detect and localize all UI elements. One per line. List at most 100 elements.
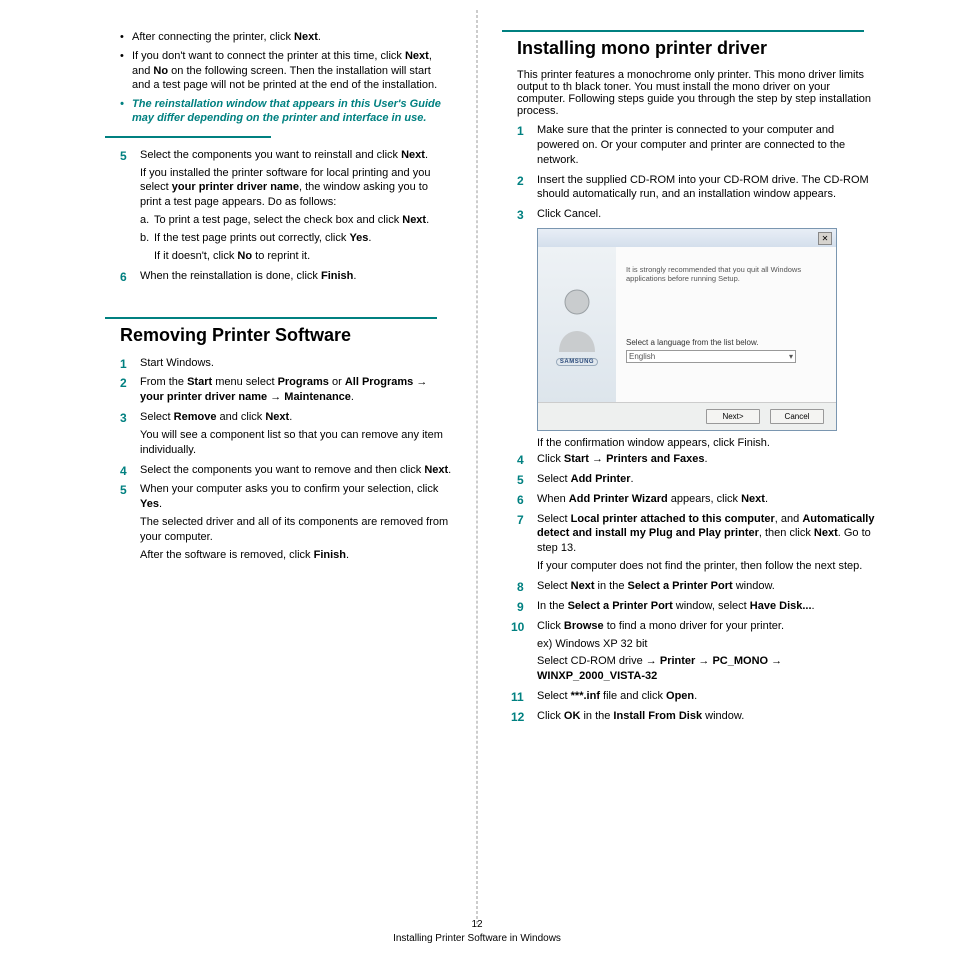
mono-step-9: 9In the Select a Printer Port window, se… <box>517 599 879 614</box>
letter: a. <box>140 213 149 228</box>
text: If you don't want to connect the printer… <box>132 50 405 62</box>
installer-dialog: ✕ SAMSUNG It is strongly recommended tha… <box>537 228 837 431</box>
paragraph: If you installed the printer software fo… <box>140 166 452 211</box>
text: After connecting the printer, click <box>132 31 294 43</box>
rm-step-1: 1Start Windows. <box>120 356 452 371</box>
step-number: 6 <box>120 269 127 285</box>
language-value: English <box>629 352 655 361</box>
text: When the reinstallation is done, click <box>140 270 321 282</box>
mono-step-10: 10Click Browse to find a mono driver for… <box>517 619 879 684</box>
bold: Finish <box>321 270 353 282</box>
close-icon[interactable]: ✕ <box>818 232 832 245</box>
bold: your printer driver name <box>172 181 299 193</box>
text: in the <box>580 710 613 722</box>
page-footer: 12 Installing Printer Software in Window… <box>0 918 954 946</box>
path: Select CD-ROM drive → Printer → PC_MONO … <box>537 654 879 684</box>
step-number: 2 <box>517 173 524 189</box>
footer-caption: Installing Printer Software in Windows <box>0 932 954 946</box>
bullet-2: If you don't want to connect the printer… <box>120 49 452 92</box>
text: appears, click <box>668 493 741 505</box>
substep-b: b.If the test page prints out correctly,… <box>140 231 452 264</box>
bold: Add Printer <box>571 473 631 485</box>
mono-step-2: 2Insert the supplied CD-ROM into your CD… <box>517 173 879 203</box>
text: to reprint it. <box>252 250 310 262</box>
text: When <box>537 493 569 505</box>
text: Select <box>537 580 571 592</box>
step-number: 7 <box>517 512 524 528</box>
page-content: After connecting the printer, click Next… <box>0 0 954 739</box>
bold: ***.inf <box>571 690 600 702</box>
text: To print a test page, select the check b… <box>154 214 402 226</box>
text: . <box>694 690 697 702</box>
dialog-main: It is strongly recommended that you quit… <box>616 247 836 402</box>
text: . <box>159 498 162 510</box>
paragraph: If your computer does not find the print… <box>537 559 879 574</box>
step-5: 5 Select the components you want to rein… <box>120 148 452 264</box>
text: Click <box>537 620 564 632</box>
arrow: → <box>768 655 782 667</box>
language-select[interactable]: English ▾ <box>626 350 796 363</box>
right-column: Installing mono printer driver This prin… <box>477 30 904 729</box>
bold: Next <box>814 527 838 539</box>
bold: Next <box>424 464 448 476</box>
text: Select <box>537 473 571 485</box>
cancel-button[interactable]: Cancel <box>770 409 824 424</box>
person-icon <box>551 284 603 352</box>
text: From the <box>140 376 187 388</box>
intro-paragraph: This printer features a monochrome only … <box>517 69 879 117</box>
bold: Programs <box>278 376 329 388</box>
bold: Select a Printer Port <box>568 600 673 612</box>
text: window. <box>733 580 775 592</box>
paragraph: You will see a component list so that yo… <box>140 428 452 458</box>
text: window. <box>702 710 744 722</box>
mono-step-11: 11Select ***.inf file and click Open. <box>517 689 879 704</box>
text: . <box>318 31 321 43</box>
text: Make sure that the printer is connected … <box>537 124 845 166</box>
bold: Next <box>402 214 426 226</box>
text: Click Cancel. <box>537 208 601 220</box>
text: . <box>812 600 815 612</box>
step-number: 11 <box>511 689 524 705</box>
paragraph: If it doesn't, click No to reprint it. <box>154 249 452 264</box>
text: After the software is removed, click <box>140 549 314 561</box>
text: Select the components you want to reinst… <box>140 149 401 161</box>
dialog-message: It is strongly recommended that you quit… <box>626 265 826 283</box>
column-divider <box>477 10 478 924</box>
arrow: → <box>695 655 712 667</box>
bold: No <box>237 250 252 262</box>
page-number: 12 <box>0 918 954 932</box>
step-number: 1 <box>517 123 524 139</box>
mono-step-6: 6When Add Printer Wizard appears, click … <box>517 492 879 507</box>
next-button[interactable]: Next> <box>706 409 760 424</box>
rm-step-4: 4 Select the components you want to remo… <box>120 463 452 478</box>
text: When your computer asks you to confirm y… <box>140 483 438 495</box>
bold: Select a Printer Port <box>628 580 733 592</box>
bold: Open <box>666 690 694 702</box>
text: If the test page prints out correctly, c… <box>154 232 349 244</box>
step-number: 3 <box>120 410 127 426</box>
arrow: → <box>589 453 606 465</box>
step-number: 5 <box>517 472 524 488</box>
divider-rule <box>105 136 271 138</box>
bold: Yes <box>349 232 368 244</box>
bold: Next <box>571 580 595 592</box>
step-number: 5 <box>120 482 127 498</box>
dialog-titlebar: ✕ <box>538 229 836 247</box>
text: , and <box>775 513 803 525</box>
text: . <box>289 411 292 423</box>
rm-step-5: 5 When your computer asks you to confirm… <box>120 482 452 562</box>
bold: Maintenance <box>284 391 351 403</box>
reinstall-note: The reinstallation window that appears i… <box>120 97 452 126</box>
bold: PC_MONO <box>712 655 768 667</box>
example: ex) Windows XP 32 bit <box>537 637 879 652</box>
after-dialog-text: If the confirmation window appears, clic… <box>517 437 879 449</box>
bold: Next <box>294 31 318 43</box>
text: . <box>426 214 429 226</box>
bold: Add Printer Wizard <box>569 493 668 505</box>
bold: WINXP_2000_VISTA-32 <box>537 670 657 682</box>
mono-heading: Installing mono printer driver <box>517 38 879 59</box>
bold: your printer driver name <box>140 391 267 403</box>
substep-a: a. To print a test page, select the check… <box>140 213 452 228</box>
bold: Start <box>564 453 589 465</box>
text: Click <box>537 710 564 722</box>
